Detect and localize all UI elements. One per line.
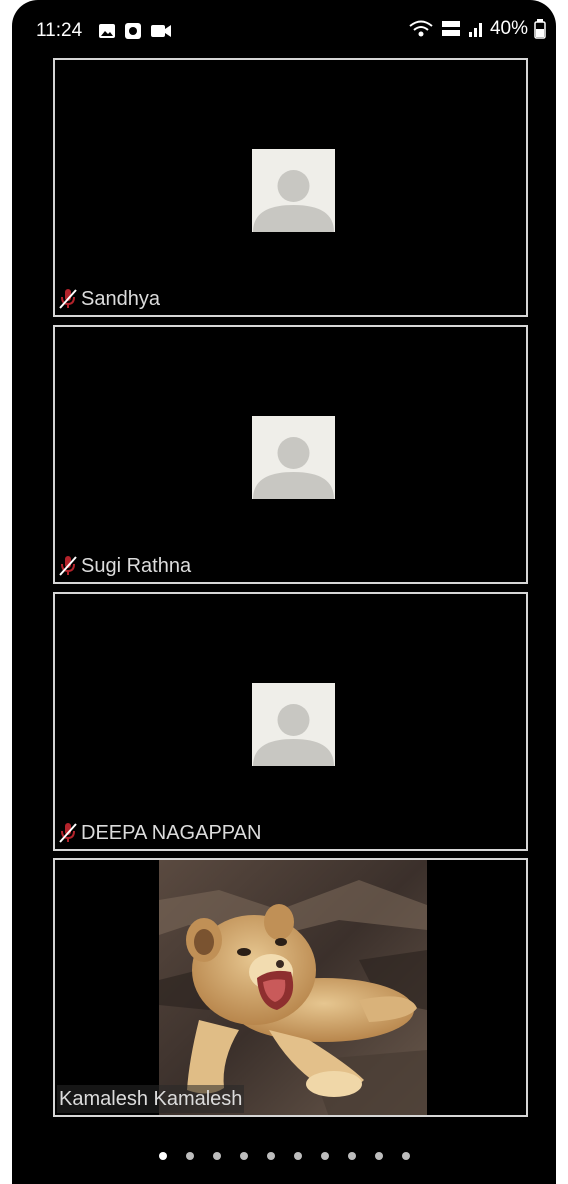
mic-muted-icon bbox=[59, 823, 77, 843]
mic-muted-icon bbox=[59, 556, 77, 576]
page-dot[interactable] bbox=[374, 1152, 383, 1160]
participant-label: Sugi Rathna bbox=[57, 552, 191, 580]
wifi-icon bbox=[409, 20, 433, 37]
participant-tile[interactable]: Kamalesh Kamalesh bbox=[53, 858, 528, 1117]
participant-tile[interactable]: DEEPA NAGAPPAN bbox=[53, 592, 528, 851]
signal-icon bbox=[468, 23, 482, 37]
page-dot[interactable] bbox=[185, 1152, 194, 1160]
participant-tile[interactable]: Sandhya bbox=[53, 58, 528, 317]
page-dot[interactable] bbox=[320, 1152, 329, 1160]
mic-muted-icon bbox=[59, 289, 77, 309]
participant-video bbox=[159, 860, 427, 1115]
avatar-placeholder-icon bbox=[252, 416, 335, 499]
participant-label: Sandhya bbox=[57, 285, 160, 313]
page-dot[interactable] bbox=[158, 1152, 167, 1160]
participant-label: Kamalesh Kamalesh bbox=[57, 1085, 245, 1113]
page-dot[interactable] bbox=[239, 1152, 248, 1160]
page-dot[interactable] bbox=[401, 1152, 410, 1160]
participant-name: DEEPA NAGAPPAN bbox=[81, 822, 262, 844]
meeting-screen: 11:24 40% Sandhya Sugi Rathna DEEPA NAGA… bbox=[12, 0, 556, 1184]
page-indicator bbox=[12, 1148, 556, 1164]
notification-icons bbox=[98, 22, 172, 40]
app-icon bbox=[125, 23, 141, 39]
participant-name: Sugi Rathna bbox=[81, 555, 192, 577]
status-bar: 11:24 40% bbox=[12, 0, 556, 58]
page-dot[interactable] bbox=[266, 1152, 275, 1160]
page-dot[interactable] bbox=[212, 1152, 221, 1160]
volte-lte-icon bbox=[441, 21, 460, 36]
battery-percent: 40% bbox=[489, 18, 528, 39]
avatar-placeholder-icon bbox=[252, 149, 335, 232]
page-dot[interactable] bbox=[293, 1152, 302, 1160]
system-icons: 40% bbox=[408, 18, 546, 40]
participant-name: Sandhya bbox=[81, 288, 160, 310]
page-dot[interactable] bbox=[347, 1152, 356, 1160]
participant-label: DEEPA NAGAPPAN bbox=[57, 819, 261, 847]
status-time: 11:24 bbox=[36, 20, 83, 41]
avatar-placeholder-icon bbox=[252, 683, 335, 766]
battery-icon bbox=[534, 19, 546, 39]
participant-tile[interactable]: Sugi Rathna bbox=[53, 325, 528, 584]
video-camera-icon bbox=[151, 25, 171, 37]
participant-name: Kamalesh Kamalesh bbox=[59, 1088, 243, 1110]
gallery-icon bbox=[99, 24, 115, 38]
